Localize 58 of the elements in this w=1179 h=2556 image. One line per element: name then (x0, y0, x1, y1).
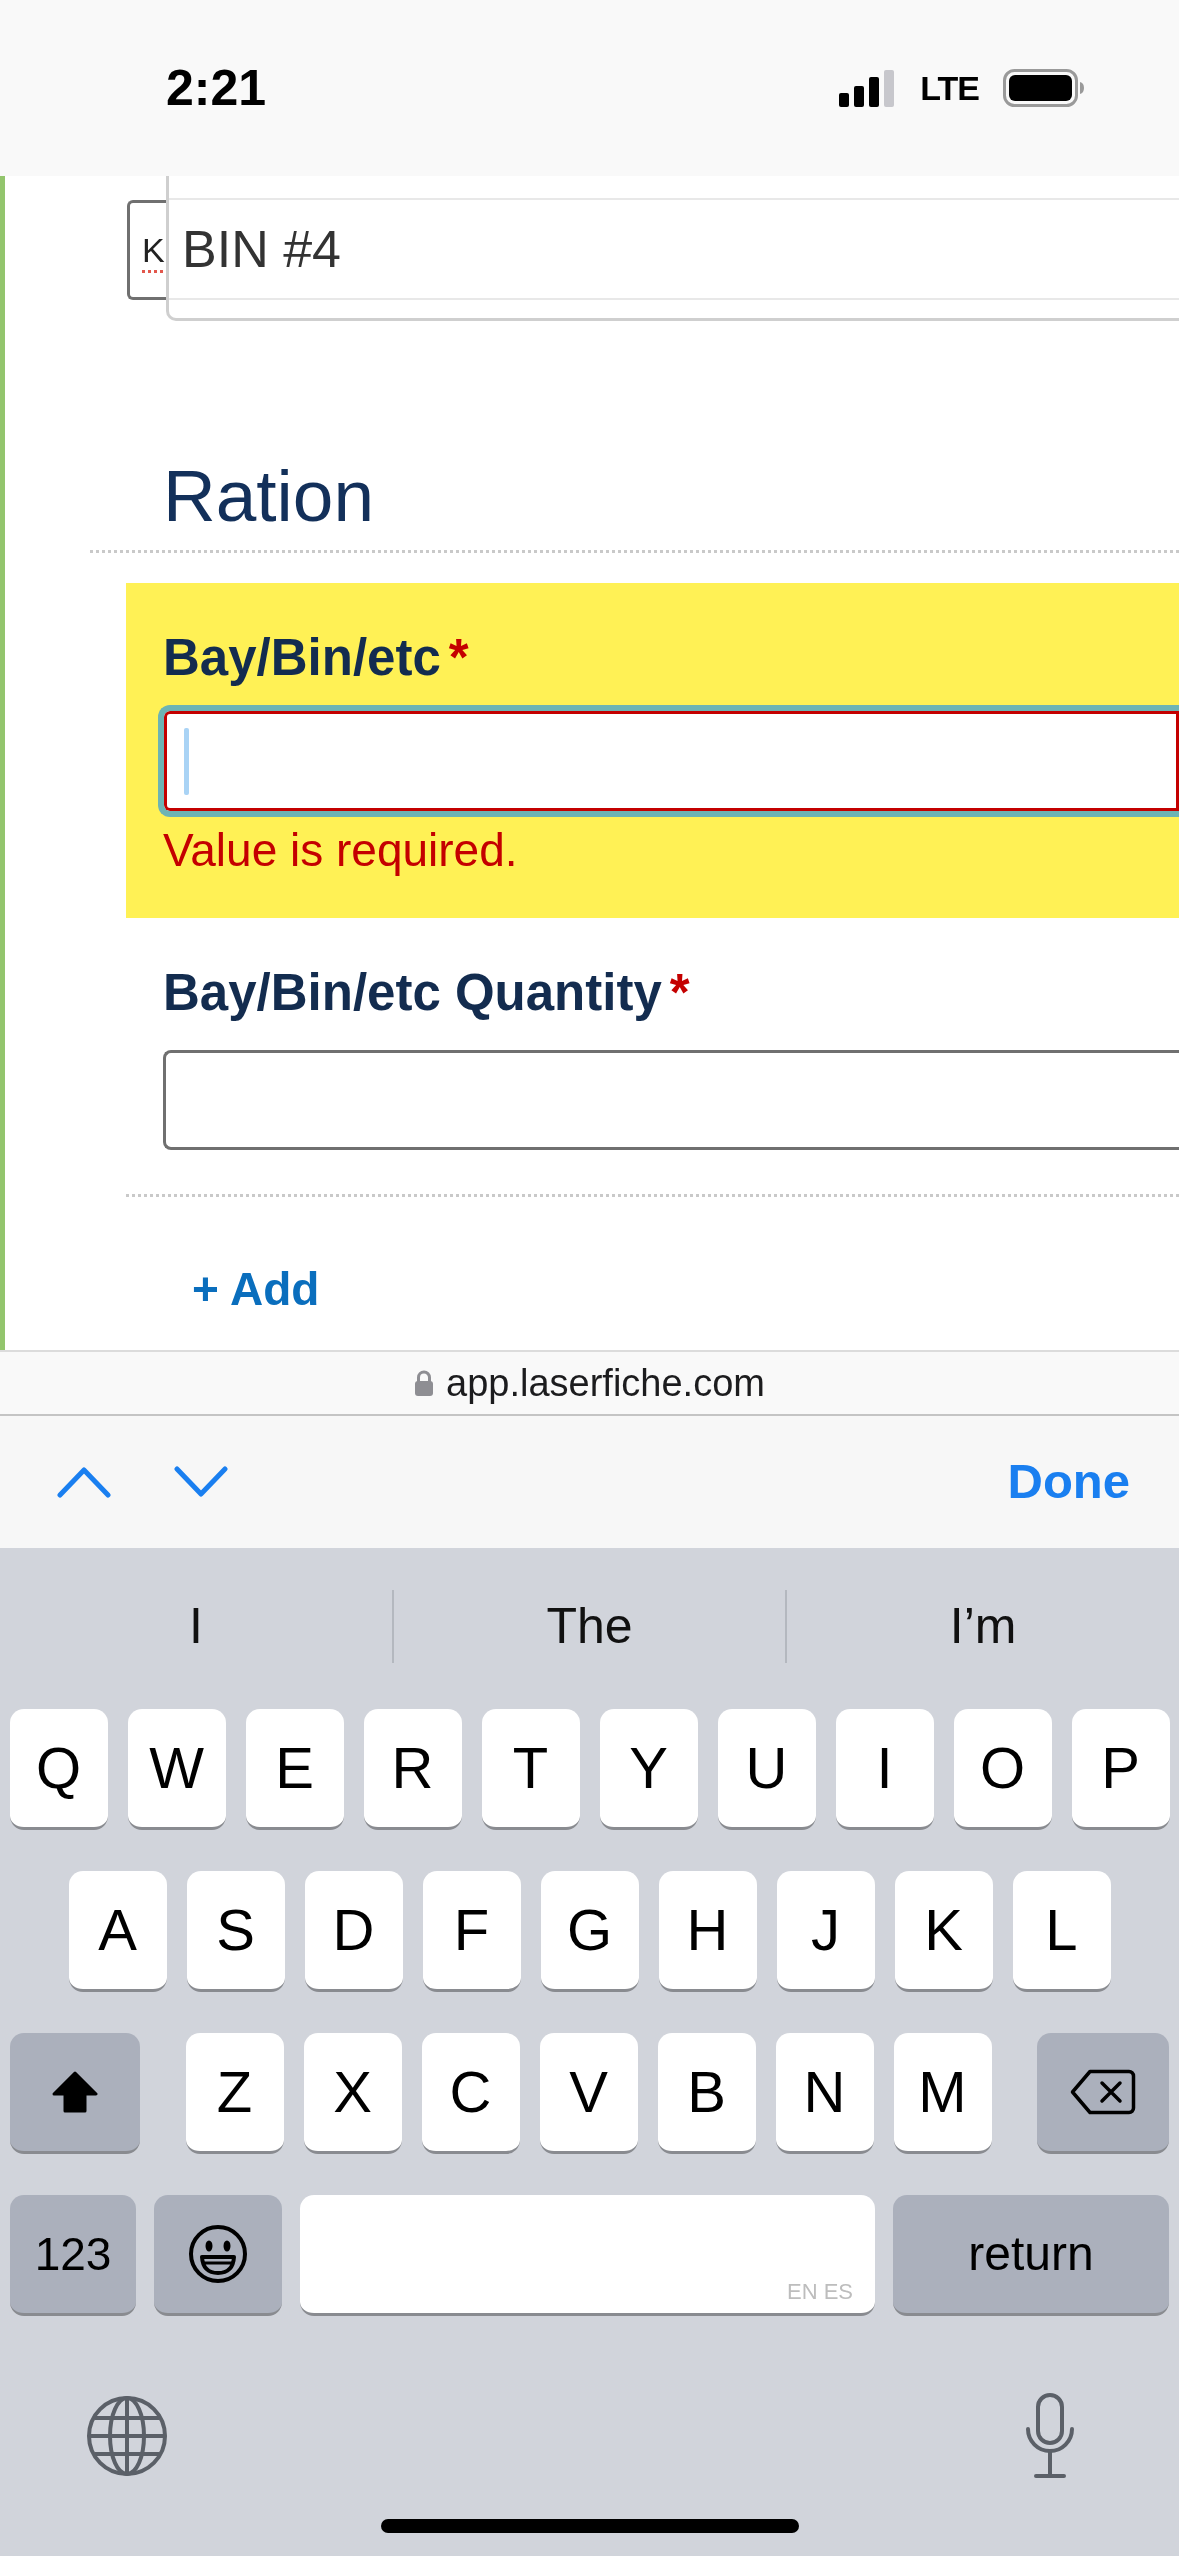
lock-icon (414, 1369, 435, 1397)
text-field[interactable] (163, 1050, 1179, 1150)
keyboard-key[interactable]: U (717, 1709, 816, 1830)
keyboard-key[interactable]: X (303, 2033, 402, 2154)
return-key[interactable]: return (893, 2195, 1169, 2316)
keyboard-key[interactable]: M (893, 2033, 992, 2154)
keyboard-key[interactable]: R (363, 1709, 462, 1830)
field-label: Bay/Bin/etc Quantity (163, 963, 662, 1023)
shift-key[interactable] (10, 2033, 140, 2154)
keyboard-key[interactable]: H (658, 1871, 757, 1992)
keyboard-key[interactable]: Z (185, 2033, 284, 2154)
error-message: Value is required. (163, 823, 519, 878)
keyboard-key[interactable]: Q (9, 1709, 108, 1830)
keyboard-key[interactable]: O (953, 1709, 1052, 1830)
keyboard-key[interactable]: K (894, 1871, 993, 1992)
keyboard-key[interactable]: W (127, 1709, 226, 1830)
text-cursor (184, 727, 189, 795)
text-field[interactable] (158, 705, 1179, 817)
suggestion-button[interactable]: I (0, 1576, 392, 1676)
keyboard-key[interactable]: C (421, 2033, 520, 2154)
keyboard-key[interactable]: B (657, 2033, 756, 2154)
keyboard-key[interactable]: T (481, 1709, 580, 1830)
backspace-icon (1070, 2069, 1136, 2115)
keyboard-key[interactable]: I (835, 1709, 934, 1830)
keyboard-key[interactable]: N (775, 2033, 874, 2154)
smiley-icon (188, 2224, 248, 2284)
address-bar[interactable]: app.laserfiche.com (0, 1350, 1179, 1416)
suggestion-button[interactable]: The (393, 1576, 786, 1676)
chevron-up-icon[interactable] (57, 1466, 111, 1498)
suggestion-button[interactable]: I’m (787, 1576, 1179, 1676)
numbers-key[interactable]: 123 (10, 2195, 136, 2316)
emoji-key[interactable] (154, 2195, 282, 2316)
keyboard-key[interactable]: V (539, 2033, 638, 2154)
dropdown-item[interactable]: BIN #4 (169, 200, 1179, 300)
delete-key[interactable] (1037, 2033, 1169, 2154)
keyboard-key[interactable]: S (186, 1871, 285, 1992)
keyboard-key[interactable]: Y (599, 1709, 698, 1830)
keyboard-key[interactable]: G (540, 1871, 639, 1992)
status-time: 2:21 (166, 63, 267, 113)
signal-icon (839, 69, 897, 107)
chevron-down-icon[interactable] (174, 1466, 228, 1498)
field-label: Bay/Bin/etc (163, 628, 441, 688)
keyboard-key[interactable]: D (304, 1871, 403, 1992)
add-link[interactable]: + Add (192, 1260, 320, 1318)
globe-icon[interactable] (86, 2395, 168, 2477)
keyboard-key[interactable]: P (1071, 1709, 1170, 1830)
battery-icon (1003, 69, 1085, 107)
keyboard-key[interactable]: A (68, 1871, 167, 1992)
section-title: Ration (163, 459, 375, 532)
microphone-icon[interactable] (1025, 2393, 1075, 2479)
done-button[interactable]: Done (1007, 1455, 1130, 1509)
keyboard-key[interactable]: L (1012, 1871, 1111, 1992)
required-mark: * (448, 628, 469, 688)
keyboard-key[interactable]: F (422, 1871, 521, 1992)
required-mark: * (669, 963, 690, 1023)
network-type: LTE (920, 71, 979, 105)
keyboard-key[interactable]: E (245, 1709, 344, 1830)
keyboard-key[interactable]: J (776, 1871, 875, 1992)
